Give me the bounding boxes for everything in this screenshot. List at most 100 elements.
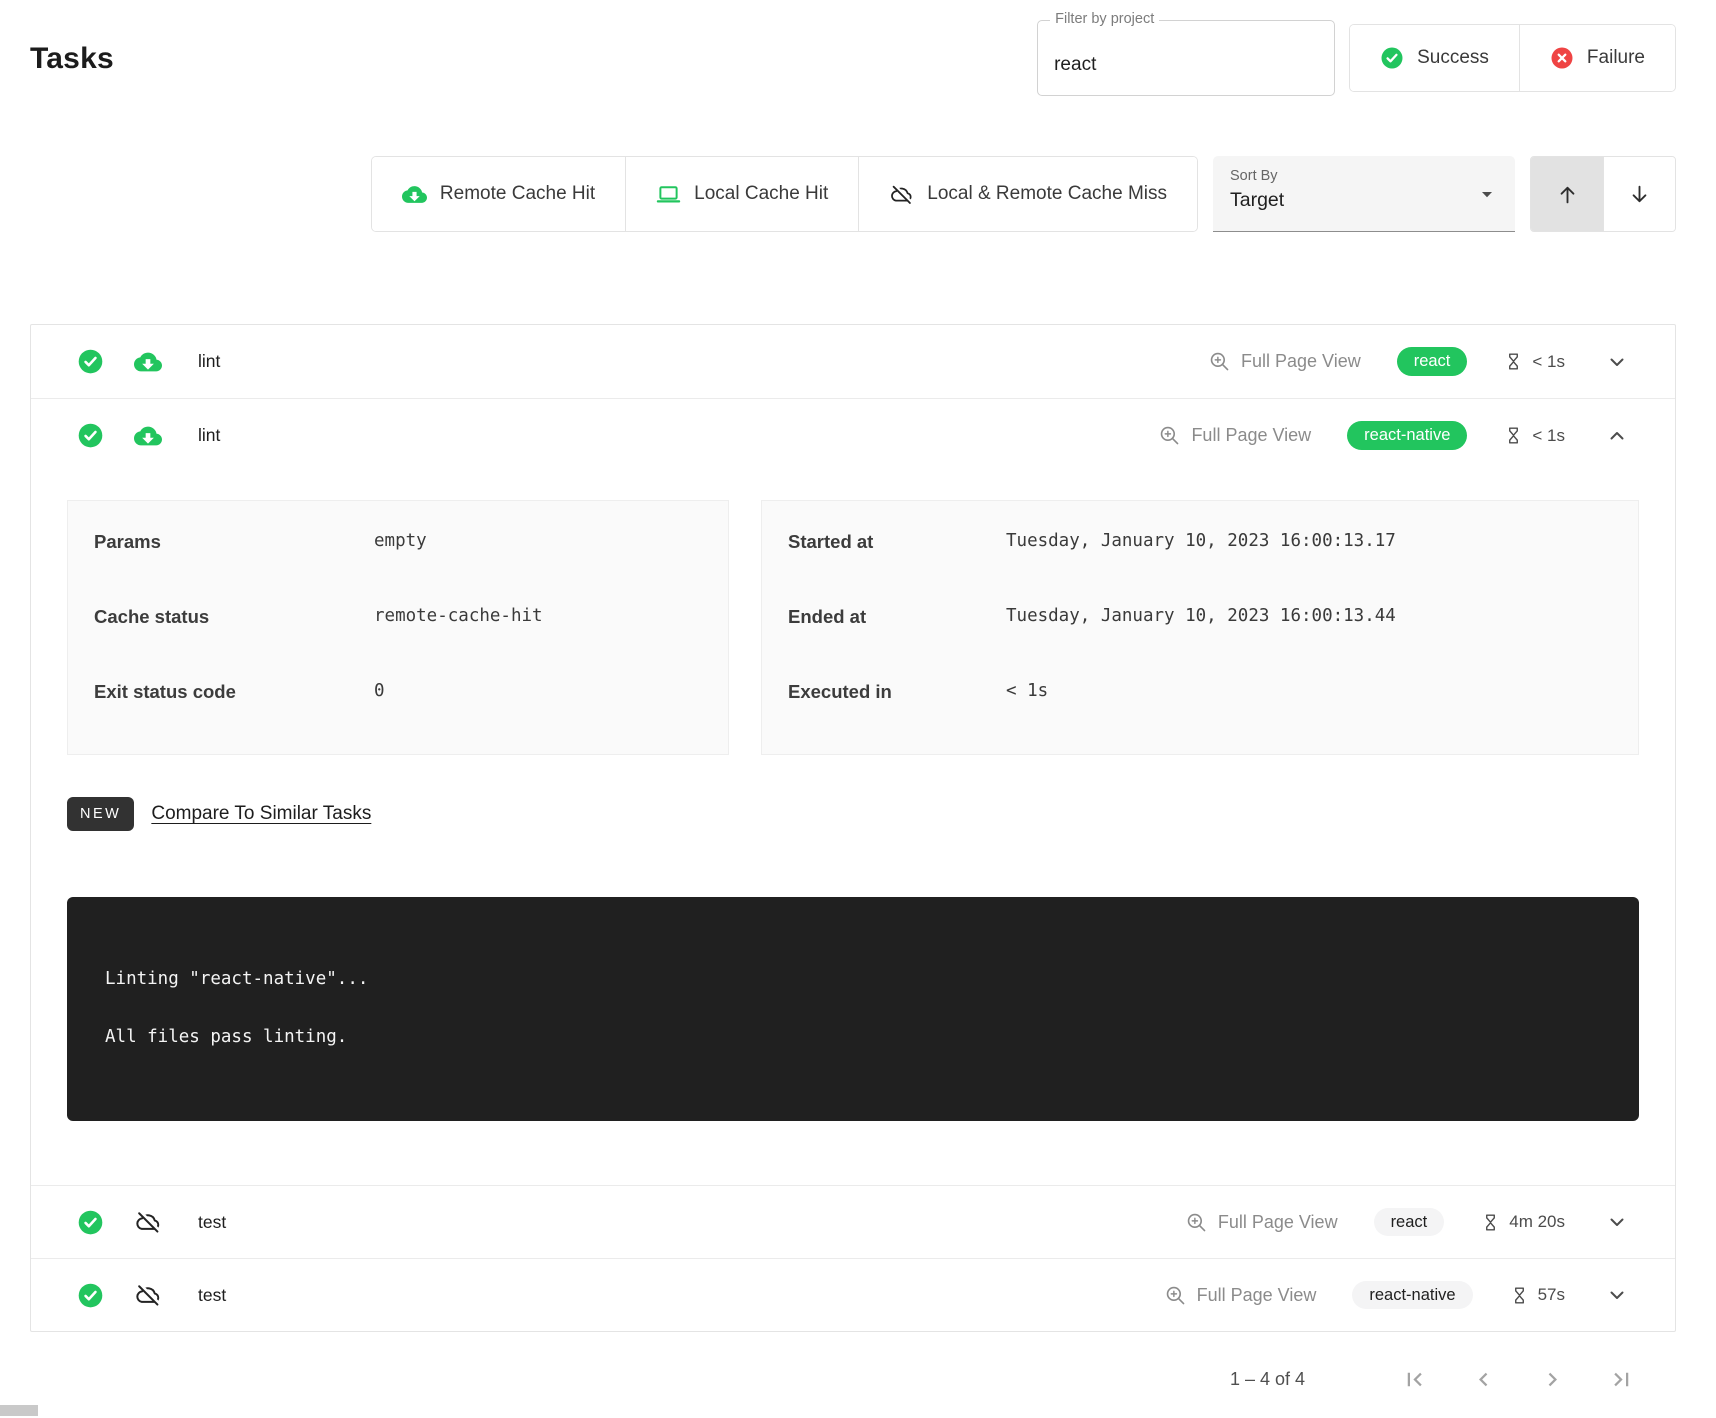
task-name: test [198, 1285, 226, 1306]
params-label: Params [94, 531, 374, 553]
task-duration: < 1s [1503, 351, 1565, 372]
task-row-test-react[interactable]: test Full Page View react 4m 20s [31, 1185, 1675, 1258]
expand-task-button[interactable] [1601, 1206, 1633, 1238]
zoom-in-icon [1164, 1284, 1187, 1307]
detail-panels: Params empty Cache status remote-cache-h… [67, 500, 1639, 755]
task-row-right: Full Page View react < 1s [1208, 346, 1633, 378]
full-page-view-button[interactable]: Full Page View [1158, 424, 1311, 447]
terminal-line: All files pass linting. [105, 1027, 1609, 1047]
cache-status-label: Cache status [94, 606, 374, 628]
local-cache-hit-filter-button[interactable]: Local Cache Hit [625, 157, 858, 231]
terminal-line: Linting "react-native"... [105, 969, 1609, 989]
collapse-task-button[interactable] [1601, 420, 1633, 452]
sort-by-select[interactable]: Sort By Target [1213, 156, 1515, 232]
task-timing-panel: Started at Tuesday, January 10, 2023 16:… [761, 500, 1639, 755]
task-row-left: lint [77, 348, 220, 376]
header-controls: Filter by project Success Failur [1037, 20, 1676, 96]
chevron-right-icon [1539, 1366, 1566, 1393]
success-filter-label: Success [1417, 47, 1489, 69]
compare-row: NEW Compare To Similar Tasks [67, 797, 1639, 831]
executed-in-row: Executed in < 1s [762, 663, 1638, 738]
sort-descending-button[interactable] [1603, 157, 1675, 231]
hourglass-icon [1503, 425, 1524, 446]
full-page-view-button[interactable]: Full Page View [1164, 1284, 1317, 1307]
exit-status-code-label: Exit status code [94, 681, 374, 703]
full-page-view-label: Full Page View [1241, 351, 1361, 372]
first-page-button[interactable] [1395, 1360, 1434, 1399]
last-page-button[interactable] [1602, 1360, 1641, 1399]
filter-toolbar: Remote Cache Hit Local Cache Hit Local &… [30, 156, 1676, 232]
remote-cache-hit-label: Remote Cache Hit [440, 183, 595, 205]
started-at-label: Started at [788, 531, 1006, 553]
task-row-lint-react[interactable]: lint Full Page View react < 1s [31, 325, 1675, 398]
page-range-label: 1 – 4 of 4 [1230, 1369, 1305, 1390]
arrow-up-icon [1555, 182, 1580, 207]
chevron-down-icon [1605, 1210, 1629, 1234]
project-filter-label: Filter by project [1050, 11, 1159, 27]
task-row-right: Full Page View react 4m 20s [1185, 1206, 1633, 1238]
project-badge[interactable]: react [1397, 347, 1468, 376]
cache-miss-filter-button[interactable]: Local & Remote Cache Miss [858, 157, 1197, 231]
check-circle-icon [1380, 46, 1404, 70]
chevron-left-icon [1470, 1366, 1497, 1393]
exit-status-code-row: Exit status code 0 [68, 663, 728, 738]
task-name: test [198, 1212, 226, 1233]
cloud-off-icon [134, 1281, 162, 1309]
project-badge[interactable]: react-native [1347, 421, 1467, 450]
horizontal-scrollbar-thumb[interactable] [0, 1405, 38, 1416]
task-meta-panel: Params empty Cache status remote-cache-h… [67, 500, 729, 755]
remote-cache-hit-filter-button[interactable]: Remote Cache Hit [372, 157, 625, 231]
cache-status-value: remote-cache-hit [374, 606, 543, 626]
task-duration: 57s [1509, 1285, 1565, 1306]
started-at-value: Tuesday, January 10, 2023 16:00:13.17 [1006, 531, 1396, 551]
next-page-button[interactable] [1533, 1360, 1572, 1399]
task-duration-value: 57s [1538, 1285, 1565, 1305]
cloud-download-icon [402, 182, 427, 207]
params-value: empty [374, 531, 427, 551]
x-circle-icon [1550, 46, 1574, 70]
caret-down-icon [1475, 182, 1499, 206]
chevron-up-icon [1605, 424, 1629, 448]
full-page-view-label: Full Page View [1218, 1212, 1338, 1233]
page-title: Tasks [30, 42, 114, 76]
compare-to-similar-tasks-link[interactable]: Compare To Similar Tasks [151, 803, 371, 825]
terminal-output: Linting "react-native"... All files pass… [67, 897, 1639, 1121]
expand-task-button[interactable] [1601, 1279, 1633, 1311]
task-row-right: Full Page View react-native 57s [1164, 1279, 1633, 1311]
project-badge[interactable]: react [1374, 1208, 1445, 1237]
new-badge: NEW [67, 797, 134, 831]
last-page-icon [1608, 1366, 1635, 1393]
failure-filter-button[interactable]: Failure [1519, 25, 1675, 91]
sort-direction-group [1530, 156, 1676, 232]
full-page-view-button[interactable]: Full Page View [1185, 1211, 1338, 1234]
expand-task-button[interactable] [1601, 346, 1633, 378]
executed-in-value: < 1s [1006, 681, 1048, 701]
zoom-in-icon [1185, 1211, 1208, 1234]
task-name: lint [198, 351, 220, 372]
task-row-right: Full Page View react-native < 1s [1158, 420, 1633, 452]
project-badge[interactable]: react-native [1352, 1281, 1472, 1310]
task-details: Params empty Cache status remote-cache-h… [31, 500, 1675, 1185]
cloud-download-icon [134, 422, 162, 450]
chevron-down-icon [1605, 350, 1629, 374]
hourglass-icon [1480, 1212, 1501, 1233]
hourglass-icon [1509, 1285, 1530, 1306]
full-page-view-button[interactable]: Full Page View [1208, 350, 1361, 373]
executed-in-label: Executed in [788, 681, 1006, 703]
sort-ascending-button[interactable] [1531, 157, 1603, 231]
previous-page-button[interactable] [1464, 1360, 1503, 1399]
sort-by-value: Target [1230, 189, 1471, 212]
cloud-off-icon [134, 1208, 162, 1236]
success-filter-button[interactable]: Success [1350, 25, 1519, 91]
full-page-view-label: Full Page View [1197, 1285, 1317, 1306]
check-circle-icon [77, 348, 104, 375]
project-filter-field[interactable]: Filter by project [1037, 20, 1335, 96]
status-filter-group: Success Failure [1349, 24, 1676, 92]
sort-by-label: Sort By [1230, 168, 1471, 184]
project-filter-input[interactable] [1038, 21, 1334, 95]
full-page-view-label: Full Page View [1191, 425, 1311, 446]
pagination: 1 – 4 of 4 [30, 1360, 1676, 1399]
first-page-icon [1401, 1366, 1428, 1393]
task-row-lint-react-native[interactable]: lint Full Page View react-native [31, 399, 1675, 472]
task-row-test-react-native[interactable]: test Full Page View react-native [31, 1258, 1675, 1331]
